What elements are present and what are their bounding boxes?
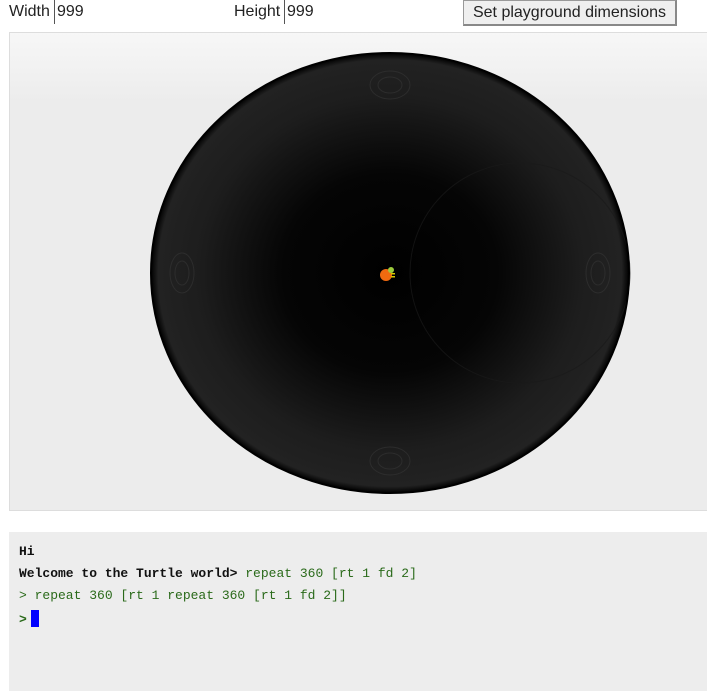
welcome-text: Welcome to the Turtle world> — [19, 566, 238, 581]
prompt-symbol: > — [19, 612, 27, 627]
height-input[interactable] — [284, 0, 454, 24]
console-line: > repeat 360 [rt 1 repeat 360 [rt 1 fd 2… — [19, 588, 347, 603]
turtle-drawing — [150, 52, 631, 494]
command-text: repeat 360 [rt 1 fd 2] — [237, 566, 417, 581]
turtle-playground[interactable] — [9, 32, 707, 511]
console-prompt[interactable]: > — [19, 610, 39, 627]
console-line: Welcome to the Turtle world> repeat 360 … — [19, 566, 417, 581]
width-label: Width — [9, 3, 50, 20]
dimension-controls: Width Height Set playground dimensions — [0, 0, 707, 26]
text-cursor — [30, 610, 39, 627]
turtle-console[interactable]: Hi Welcome to the Turtle world> repeat 3… — [9, 532, 707, 691]
width-input[interactable] — [54, 0, 224, 24]
height-label: Height — [234, 3, 281, 20]
set-playground-dimensions-button[interactable]: Set playground dimensions — [463, 0, 677, 26]
console-line: Hi — [19, 544, 35, 559]
